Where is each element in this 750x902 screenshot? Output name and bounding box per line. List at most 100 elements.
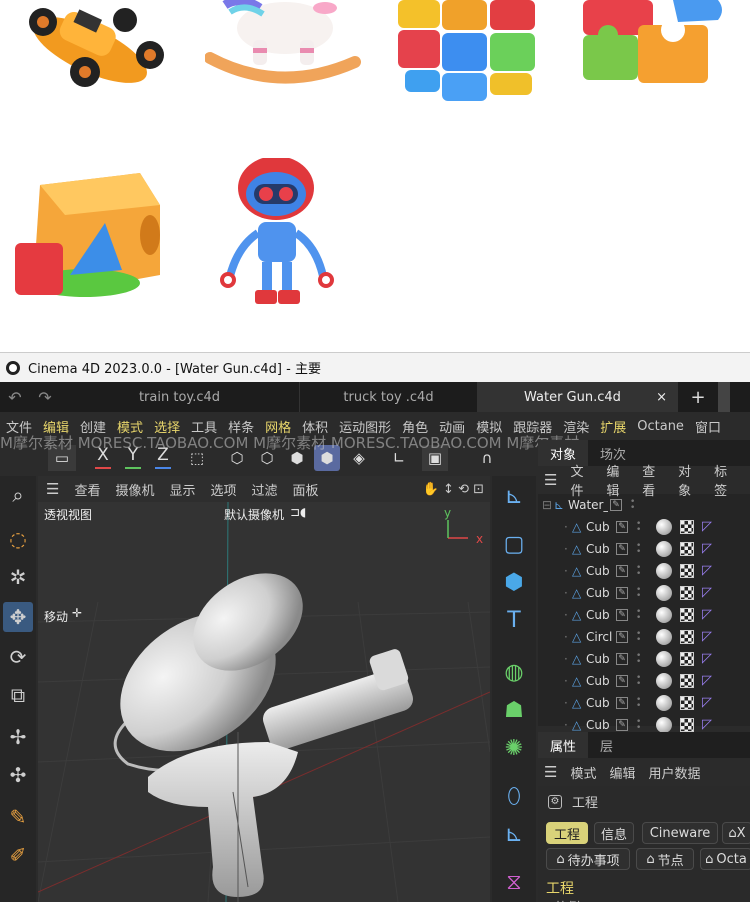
menu-item[interactable]: Octane (637, 419, 684, 434)
texture-tag-icon[interactable] (680, 608, 694, 622)
effector-icon[interactable]: ✺ (498, 732, 530, 764)
viewport-menu-camera[interactable]: 摄像机 (115, 480, 154, 499)
object-row[interactable]: · △ Cub ✎ • • ◸ (538, 692, 750, 714)
texture-tag-icon[interactable] (680, 564, 694, 578)
render-dots[interactable]: • • (636, 564, 642, 579)
material-tag-icon[interactable] (656, 519, 672, 535)
material-tag-icon[interactable] (656, 673, 672, 689)
phong-tag-icon[interactable]: ◸ (702, 520, 716, 534)
rotate-tool-icon[interactable]: ⟳ (3, 642, 33, 672)
phong-tag-icon[interactable]: ◸ (702, 630, 716, 644)
object-root-row[interactable]: ⊟ ⊾ Water_ ✎ • • (538, 494, 750, 516)
render-dots[interactable]: • • (636, 696, 642, 711)
move-tool-icon[interactable]: ✥ (3, 602, 33, 632)
settings-tool-icon[interactable]: ✲ (3, 562, 33, 592)
axis-y-toggle[interactable]: Y (122, 445, 144, 469)
object-row[interactable]: · △ Circl ✎ • • ◸ (538, 626, 750, 648)
cube-primitive-icon[interactable]: ⬢ (498, 566, 530, 598)
workplane-icon[interactable]: ▣ (422, 445, 448, 471)
attr-menu-userdata[interactable]: 用户数据 (648, 763, 700, 782)
tab-water-gun[interactable]: Water Gun.c4d × (478, 382, 678, 412)
render-dots[interactable]: • • (636, 520, 642, 535)
edges-mode-icon[interactable]: ⬡ (254, 445, 280, 471)
menu-item[interactable]: 模式 (117, 417, 143, 436)
chip-nodes[interactable]: ⌂ 节点 (636, 848, 694, 870)
cloner-icon[interactable]: ☗ (498, 694, 530, 726)
texture-tag-icon[interactable] (680, 630, 694, 644)
texture-tag-icon[interactable] (680, 542, 694, 556)
texture-tag-icon[interactable] (680, 586, 694, 600)
phong-tag-icon[interactable]: ◸ (702, 564, 716, 578)
viewport-menu-filter[interactable]: 过滤 (252, 480, 278, 499)
brush-tool-icon[interactable]: ✐ (3, 840, 33, 870)
menu-item[interactable]: 角色 (402, 417, 428, 436)
render-dots[interactable]: • • (636, 718, 642, 733)
menu-item[interactable]: 编辑 (43, 417, 69, 436)
chip-info[interactable]: 信息 (594, 822, 634, 844)
material-tag-icon[interactable] (656, 563, 672, 579)
camera-link-icon[interactable]: ⊐◖ (290, 505, 306, 519)
tab-train-toy[interactable]: train toy.c4d (60, 382, 300, 412)
null-object-icon[interactable]: ⊾ (498, 480, 530, 512)
render-dots[interactable]: • • (636, 608, 642, 623)
chip-todo[interactable]: ⌂ 待办事项 (546, 848, 630, 870)
texture-tag-icon[interactable] (680, 674, 694, 688)
material-tag-icon[interactable] (656, 541, 672, 557)
object-row[interactable]: · △ Cub ✎ • • ◸ (538, 670, 750, 692)
texture-tag-icon[interactable] (680, 520, 694, 534)
viewport-menu-panel[interactable]: 面板 (293, 480, 319, 499)
redo-icon[interactable]: ↷ (38, 388, 51, 407)
hamburger-menu-icon[interactable]: ☰ (544, 763, 557, 781)
tab-layers[interactable]: 层 (588, 732, 625, 758)
menu-item[interactable]: 渲染 (563, 417, 589, 436)
phong-tag-icon[interactable]: ◸ (702, 674, 716, 688)
snap-axis-icon[interactable]: ∟ (386, 445, 412, 471)
phong-tag-icon[interactable]: ◸ (702, 586, 716, 600)
multi-transform-icon[interactable]: ✣ (3, 760, 33, 790)
menu-item[interactable]: 选择 (154, 417, 180, 436)
rectangle-spline-icon[interactable]: ▢ (498, 528, 530, 560)
visibility-toggle[interactable]: ✎ (616, 609, 628, 621)
visibility-toggle[interactable]: ✎ (616, 719, 628, 731)
points-mode-icon[interactable]: ⬡ (224, 445, 250, 471)
chip-project[interactable]: 工程 (546, 822, 588, 844)
chip-octane[interactable]: ⌂ Octa (700, 848, 750, 870)
magnet-icon[interactable]: ∩ (474, 445, 500, 471)
model-mode-icon[interactable]: ⬢ (314, 445, 340, 471)
menu-item[interactable]: 窗口 (695, 417, 721, 436)
polygons-mode-icon[interactable]: ⬢ (284, 445, 310, 471)
viewport-menu-display[interactable]: 显示 (169, 480, 195, 499)
viewport-menu-view[interactable]: 查看 (74, 480, 100, 499)
visibility-toggle[interactable]: ✎ (616, 653, 628, 665)
tab-close-button[interactable]: × (656, 390, 667, 405)
tab-truck-toy[interactable]: truck toy .c4d (300, 382, 478, 412)
material-tag-icon[interactable] (656, 585, 672, 601)
coordinate-system-icon[interactable]: ⬚ (184, 445, 210, 471)
visibility-toggle[interactable]: ✎ (616, 587, 628, 599)
render-dots[interactable]: • • (636, 630, 642, 645)
visibility-toggle[interactable]: ✎ (616, 631, 628, 643)
attr-sub-scale[interactable]: 比例 (556, 898, 580, 902)
axis-x-toggle[interactable]: X (92, 445, 114, 469)
menu-item[interactable]: 扩展 (600, 417, 626, 436)
object-row[interactable]: · △ Cub ✎ • • ◸ (538, 604, 750, 626)
material-tag-icon[interactable] (656, 717, 672, 733)
uv-mode-icon[interactable]: ◈ (346, 445, 372, 471)
material-tag-icon[interactable] (656, 651, 672, 667)
undo-icon[interactable]: ↶ (8, 388, 21, 407)
material-tag-icon[interactable] (656, 607, 672, 623)
menu-item[interactable]: 体积 (302, 417, 328, 436)
object-row[interactable]: · △ Cub ✎ • • ◸ (538, 648, 750, 670)
axis-z-toggle[interactable]: Z (152, 445, 174, 469)
hamburger-menu-icon[interactable]: ☰ (46, 480, 59, 498)
render-dots[interactable]: • • (630, 498, 636, 513)
attr-menu-edit[interactable]: 编辑 (609, 763, 635, 782)
menu-item[interactable]: 跟踪器 (513, 417, 552, 436)
menu-item[interactable]: 创建 (80, 417, 106, 436)
scene-object-icon[interactable]: ⧖ (498, 866, 530, 898)
phong-tag-icon[interactable]: ◸ (702, 542, 716, 556)
3d-viewport[interactable]: 透视视图 默认摄像机 ⊐◖ 移动 ✛ x y (38, 502, 490, 902)
visibility-toggle[interactable]: ✎ (616, 565, 628, 577)
chip-cineware[interactable]: Cineware (642, 822, 718, 844)
tab-attributes[interactable]: 属性 (538, 732, 589, 758)
